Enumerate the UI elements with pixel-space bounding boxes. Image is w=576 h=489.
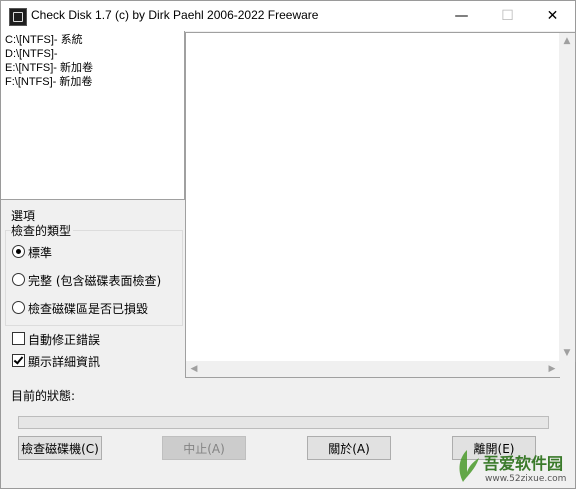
drive-item[interactable]: C:\[NTFS]- 系統 [1, 33, 184, 47]
stop-button[interactable]: 中止(A) [162, 436, 246, 460]
drive-item[interactable]: D:\[NTFS]- [1, 47, 184, 61]
scrollbar-corner [559, 361, 575, 377]
show-details-checkbox-label[interactable]: 顯示詳細資訊 [28, 353, 100, 370]
drive-item[interactable]: E:\[NTFS]- 新加卷 [1, 61, 184, 75]
scroll-right-icon[interactable]: ▶ [544, 361, 560, 377]
drive-item[interactable]: F:\[NTFS]- 新加卷 [1, 75, 184, 89]
site-watermark: 吾爱软件园 www.52zixue.com [453, 446, 573, 488]
app-icon [9, 8, 27, 26]
window-title: Check Disk 1.7 (c) by Dirk Paehl 2006-20… [31, 8, 319, 22]
status-label: 目前的狀態: [11, 389, 76, 403]
vertical-scrollbar[interactable]: ▲ ▼ [559, 32, 576, 362]
progress-bar [18, 416, 549, 429]
title-bar[interactable]: Check Disk 1.7 (c) by Dirk Paehl 2006-20… [1, 1, 575, 31]
standard-radio[interactable] [12, 245, 25, 258]
maximize-icon: ☐ [501, 8, 514, 24]
full-scan-radio[interactable] [12, 273, 25, 286]
scroll-left-icon[interactable]: ◀ [186, 361, 202, 377]
show-details-checkbox[interactable] [12, 354, 25, 367]
auto-fix-checkbox[interactable] [12, 332, 25, 345]
minimize-button[interactable]: — [439, 1, 484, 31]
close-icon: ✕ [546, 8, 559, 24]
standard-radio-label[interactable]: 標準 [28, 244, 52, 261]
full-scan-radio-label[interactable]: 完整 (包含磁碟表面檢查) [28, 272, 161, 289]
horizontal-scrollbar[interactable]: ◀ ▶ [185, 361, 560, 378]
about-button[interactable]: 關於(A) [307, 436, 391, 460]
options-panel: 選項 檢查的類型 標準 完整 (包含磁碟表面檢查) 檢查磁碟區是否已損毀 自動修… [1, 199, 185, 378]
check-disk-button[interactable]: 檢查磁碟機(C) [18, 436, 102, 460]
minimize-icon: — [454, 8, 469, 24]
output-log[interactable] [185, 32, 561, 363]
scroll-down-icon[interactable]: ▼ [559, 345, 575, 361]
check-volume-radio-label[interactable]: 檢查磁碟區是否已損毀 [28, 300, 148, 317]
check-type-group-label: 檢查的類型 [11, 222, 74, 239]
check-volume-radio[interactable] [12, 301, 25, 314]
watermark-url: www.52zixue.com [485, 474, 567, 484]
close-button[interactable]: ✕ [530, 1, 575, 31]
scroll-up-icon[interactable]: ▲ [559, 33, 575, 49]
drive-list[interactable]: C:\[NTFS]- 系統 D:\[NTFS]- E:\[NTFS]- 新加卷 … [1, 31, 185, 199]
check-disk-window: Check Disk 1.7 (c) by Dirk Paehl 2006-20… [0, 0, 576, 489]
watermark-text: 吾爱软件园 [483, 454, 564, 473]
watermark-logo-icon [459, 450, 479, 482]
maximize-button[interactable]: ☐ [485, 1, 530, 31]
auto-fix-checkbox-label[interactable]: 自動修正錯誤 [28, 331, 100, 348]
